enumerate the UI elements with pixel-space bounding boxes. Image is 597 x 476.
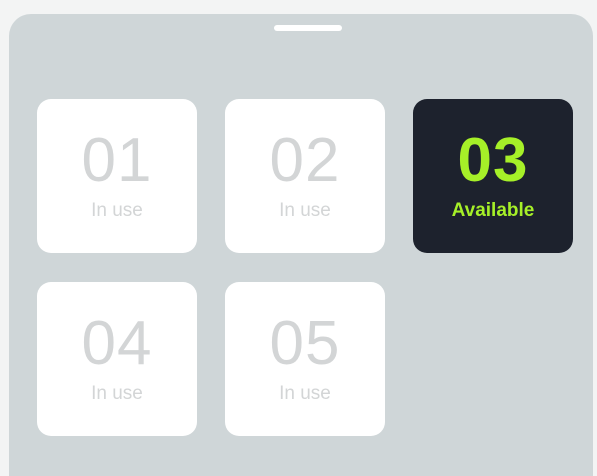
slot-status: Available: [451, 200, 535, 221]
slot-number: 02: [269, 126, 341, 195]
slot-status: In use: [91, 383, 143, 404]
slot-status: In use: [279, 383, 331, 404]
slot-status: In use: [279, 200, 331, 221]
slot-status: In use: [91, 200, 143, 221]
slot-tile-01[interactable]: 01 In use: [37, 99, 197, 253]
slot-number: 05: [269, 309, 341, 378]
drag-handle[interactable]: [274, 25, 342, 31]
slot-tile-02[interactable]: 02 In use: [225, 99, 385, 253]
slot-grid: 01 In use 02 In use 03 Available 04 In u…: [37, 99, 573, 436]
bottom-sheet: 01 In use 02 In use 03 Available 04 In u…: [9, 14, 593, 476]
slot-number: 04: [81, 309, 153, 378]
slot-tile-03[interactable]: 03 Available: [413, 99, 573, 253]
slot-tile-04[interactable]: 04 In use: [37, 282, 197, 436]
slot-tile-05[interactable]: 05 In use: [225, 282, 385, 436]
slot-number: 01: [81, 126, 153, 195]
slot-number: 03: [457, 126, 529, 195]
